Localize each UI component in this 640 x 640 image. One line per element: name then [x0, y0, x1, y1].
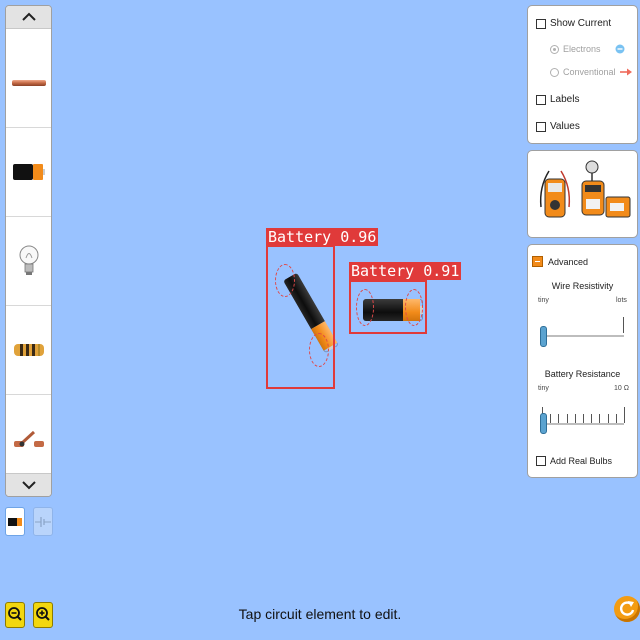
detection-label: Battery 0.91	[349, 262, 462, 280]
switch-icon	[13, 430, 44, 447]
wire-resistivity-min-label: tiny	[538, 297, 549, 304]
circuit-construction-screen: Battery 0.96 Battery 0.91 Show Current E…	[0, 0, 640, 640]
show-current-checkbox[interactable]: Show Current	[536, 18, 611, 29]
slider-tick	[623, 317, 624, 333]
slider-tick	[583, 414, 584, 423]
chevron-down-icon	[21, 481, 36, 490]
toolbox-item-light-bulb[interactable]	[6, 217, 51, 306]
schematic-battery-icon	[35, 516, 51, 527]
values-label: Values	[550, 121, 580, 132]
display-options-panel: Show Current Electrons Conventional Labe…	[527, 5, 638, 144]
battery-resistance-max-label: 10 Ω	[614, 385, 629, 392]
reset-icon	[619, 601, 635, 616]
zoom-out-icon	[8, 607, 22, 621]
electrons-label: Electrons	[563, 44, 601, 54]
slider-tick	[599, 414, 600, 423]
battery-resistance-thumb[interactable]	[540, 413, 547, 434]
toolbox-item-switch[interactable]	[6, 395, 51, 484]
wire-icon	[11, 80, 46, 86]
conventional-radio[interactable]: Conventional	[550, 67, 632, 77]
slider-tick	[591, 414, 592, 423]
battery-icon	[12, 164, 45, 180]
slider-tick	[624, 407, 625, 423]
zoom-in-button[interactable]	[33, 602, 53, 628]
detection-box	[266, 245, 335, 389]
slider-tick	[550, 414, 551, 423]
add-real-bulbs-checkbox[interactable]: Add Real Bulbs	[536, 456, 612, 466]
advanced-checkbox[interactable]: Advanced	[532, 256, 588, 267]
wire-resistivity-track[interactable]	[542, 335, 624, 337]
battery-icon	[8, 517, 22, 526]
electron-icon	[615, 44, 625, 54]
status-message: Tap circuit element to edit.	[238, 606, 402, 622]
ammeter-icon[interactable]	[578, 159, 634, 221]
conventional-label: Conventional	[563, 67, 616, 77]
toolbox-scroll-up-button[interactable]	[6, 6, 51, 29]
toolbox-scroll-down-button[interactable]	[6, 473, 51, 496]
labels-label: Labels	[550, 94, 580, 105]
arrow-right-icon	[619, 68, 632, 76]
toolbox-item-resistor[interactable]	[6, 306, 51, 395]
show-current-label: Show Current	[550, 18, 612, 29]
detection-box	[349, 280, 427, 334]
detection-label: Battery 0.96	[266, 228, 379, 246]
toolbox-item-battery[interactable]	[6, 128, 51, 217]
wire-resistivity-thumb[interactable]	[540, 326, 547, 347]
zoom-out-button[interactable]	[5, 602, 25, 628]
toolbox-item-wire[interactable]	[6, 39, 51, 128]
chevron-up-icon	[21, 12, 36, 21]
values-checkbox[interactable]: Values	[536, 121, 580, 132]
slider-tick	[608, 414, 609, 423]
advanced-label: Advanced	[548, 256, 589, 267]
slider-tick	[558, 414, 559, 423]
voltmeter-icon[interactable]	[535, 167, 575, 221]
zoom-in-icon	[36, 607, 50, 621]
electrons-radio[interactable]: Electrons	[550, 44, 625, 54]
slider-tick	[575, 414, 576, 423]
resistor-icon	[13, 344, 44, 356]
meters-panel	[527, 150, 638, 238]
add-real-bulbs-label: Add Real Bulbs	[550, 456, 613, 466]
schematic-view-toggle[interactable]	[33, 507, 53, 536]
battery-resistance-min-label: tiny	[538, 385, 549, 392]
slider-tick	[616, 414, 617, 423]
labels-checkbox[interactable]: Labels	[536, 94, 579, 105]
lifelike-view-toggle[interactable]	[5, 507, 25, 536]
battery-resistance-track[interactable]	[542, 423, 624, 425]
wire-resistivity-max-label: lots	[616, 297, 627, 304]
component-toolbox	[5, 5, 52, 497]
light-bulb-icon	[19, 245, 38, 275]
advanced-panel: Advanced Wire Resistivity tiny lots Batt…	[527, 244, 638, 478]
wire-resistivity-title: Wire Resistivity	[551, 281, 614, 291]
reset-all-button[interactable]	[614, 596, 640, 622]
battery-resistance-title: Battery Resistance	[544, 369, 621, 379]
slider-tick	[567, 414, 568, 423]
